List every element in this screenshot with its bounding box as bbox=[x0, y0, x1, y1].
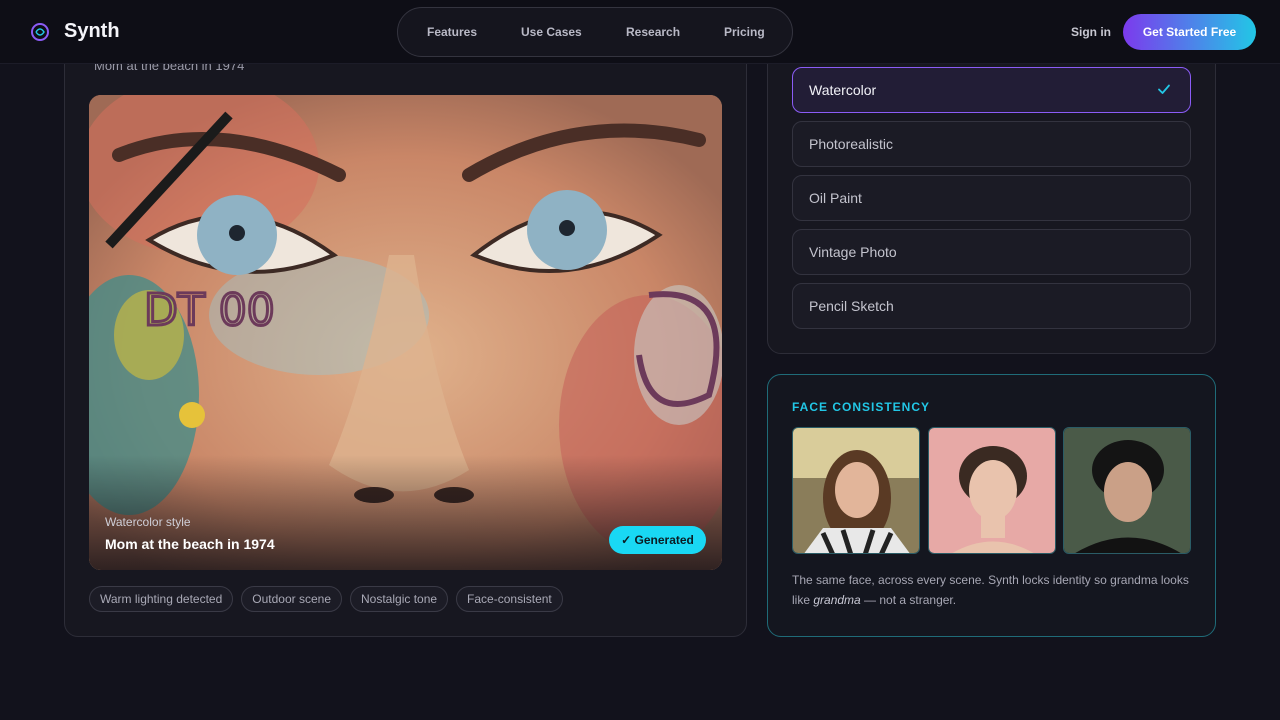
style-option-photorealistic[interactable]: Photorealistic bbox=[792, 121, 1191, 167]
face-thumbnail-2 bbox=[928, 427, 1056, 554]
style-option-label: Pencil Sketch bbox=[809, 298, 894, 314]
nav-link-use-cases[interactable]: Use Cases bbox=[521, 25, 582, 39]
generated-artwork: DT 00 bbox=[89, 95, 722, 570]
tag-face-consistent: Face-consistent bbox=[456, 586, 563, 612]
style-option-pencil-sketch[interactable]: Pencil Sketch bbox=[792, 283, 1191, 329]
nav-link-features[interactable]: Features bbox=[427, 25, 477, 39]
artwork-style-label: Watercolor style bbox=[105, 515, 191, 529]
svg-text:DT 00: DT 00 bbox=[144, 285, 275, 336]
style-option-label: Watercolor bbox=[809, 82, 877, 98]
sign-in-link[interactable]: Sign in bbox=[1071, 25, 1111, 39]
detected-tags: Warm lighting detected Outdoor scene Nos… bbox=[89, 586, 563, 612]
face-thumbnail-1 bbox=[792, 427, 920, 554]
tag-warm-lighting: Warm lighting detected bbox=[89, 586, 234, 612]
get-started-button[interactable]: Get Started Free bbox=[1123, 14, 1256, 50]
style-option-oil-paint[interactable]: Oil Paint bbox=[792, 175, 1191, 221]
style-option-label: Vintage Photo bbox=[809, 244, 897, 260]
face-thumbnail-3 bbox=[1063, 427, 1191, 554]
face-desc-emphasis: grandma bbox=[813, 593, 861, 607]
brand-logo-icon bbox=[31, 22, 49, 41]
style-option-label: Photorealistic bbox=[809, 136, 894, 152]
face-desc-text-end: — not a stranger. bbox=[860, 593, 957, 607]
artwork-title: Mom at the beach in 1974 bbox=[105, 536, 275, 552]
style-option-label: Oil Paint bbox=[809, 190, 862, 206]
tag-nostalgic-tone: Nostalgic tone bbox=[350, 586, 449, 612]
nav-links-pill: Features Use Cases Research Pricing bbox=[397, 7, 793, 57]
face-consistency-description: The same face, across every scene. Synth… bbox=[792, 570, 1197, 610]
style-option-watercolor[interactable]: Watercolor bbox=[792, 67, 1191, 113]
face-consistency-heading: FACE CONSISTENCY bbox=[792, 400, 931, 414]
tag-outdoor-scene: Outdoor scene bbox=[241, 586, 342, 612]
checkmark-icon bbox=[1158, 84, 1170, 94]
nav-link-pricing[interactable]: Pricing bbox=[724, 25, 765, 39]
nav-link-research[interactable]: Research bbox=[626, 25, 680, 39]
brand-logo[interactable]: Synth bbox=[30, 20, 120, 43]
top-nav: Synth Features Use Cases Research Pricin… bbox=[0, 0, 1280, 64]
brand-name: Synth bbox=[64, 20, 120, 42]
generated-badge: ✓ Generated bbox=[609, 526, 706, 554]
style-option-vintage-photo[interactable]: Vintage Photo bbox=[792, 229, 1191, 275]
